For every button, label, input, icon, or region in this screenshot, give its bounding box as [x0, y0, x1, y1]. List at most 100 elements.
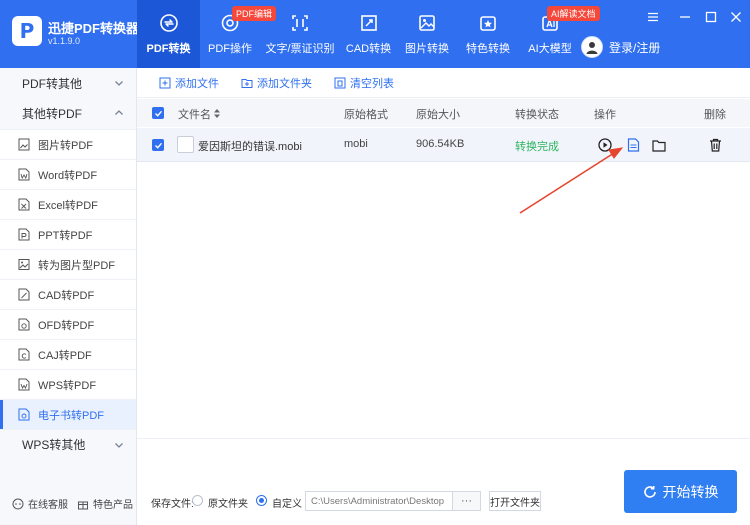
add-file-icon — [159, 77, 171, 89]
excel-file-icon — [18, 198, 30, 212]
tab-label: PDF转换 — [146, 43, 191, 55]
add-folder-label: 添加文件夹 — [257, 77, 312, 90]
column-format: 原始格式 — [344, 109, 388, 121]
refresh-icon — [643, 485, 657, 499]
sidebar-item-label: WPS转PDF — [38, 379, 97, 392]
sidebar-item-image-to-pdf[interactable]: 图片转PDF — [0, 129, 136, 159]
custom-folder-label: 自定义 — [272, 499, 302, 510]
wps-file-icon — [18, 378, 30, 392]
sidebar-item-label: CAJ转PDF — [38, 349, 92, 362]
featured-products-link[interactable]: 特色产品 — [77, 496, 133, 511]
radio-original-folder[interactable] — [192, 495, 203, 506]
section-wps-to-other[interactable]: WPS转其他 — [0, 429, 136, 459]
online-service-label: 在线客服 — [28, 500, 68, 511]
file-format: mobi — [344, 138, 368, 150]
save-path-input[interactable] — [305, 491, 453, 511]
menu-icon[interactable] — [644, 8, 662, 26]
app-version: v1.1.9.0 — [48, 36, 81, 46]
caj-file-icon — [18, 348, 30, 362]
open-folder-button[interactable]: 打开文件夹 — [489, 491, 541, 511]
sidebar-item-label: PPT转PDF — [38, 229, 93, 242]
image-icon — [416, 12, 438, 34]
maximize-icon[interactable] — [702, 8, 720, 26]
add-file-button[interactable]: 添加文件 — [159, 75, 219, 91]
star-icon — [477, 12, 499, 34]
clear-list-icon — [334, 77, 346, 89]
section-label: WPS转其他 — [22, 438, 86, 452]
add-folder-icon — [241, 77, 253, 89]
original-folder-label: 原文件夹 — [208, 499, 248, 510]
convert-icon — [158, 12, 180, 34]
column-delete: 删除 — [704, 109, 726, 121]
table-row[interactable]: 爱因斯坦的错误.mobi mobi 906.54KB 转换完成 — [137, 128, 750, 162]
start-convert-button[interactable]: 开始转换 — [624, 470, 737, 513]
sidebar-item-ppt-to-pdf[interactable]: PPT转PDF — [0, 219, 136, 249]
login-area[interactable]: 登录/注册 — [581, 36, 660, 58]
start-convert-label: 开始转换 — [662, 483, 719, 500]
tab-ocr[interactable]: 文字/票证识别 — [260, 0, 340, 68]
tab-pdf-convert[interactable]: PDF转换 — [137, 0, 200, 68]
ppt-file-icon — [18, 228, 30, 242]
section-label: PDF转其他 — [22, 76, 83, 91]
app-logo: P — [12, 16, 42, 46]
tab-label: 图片转换 — [405, 43, 449, 55]
online-service-link[interactable]: 在线客服 — [12, 496, 68, 511]
tab-featured[interactable]: 特色转换 — [457, 0, 519, 68]
radio-custom-folder[interactable] — [256, 495, 267, 506]
sidebar-item-image-pdf[interactable]: 转为图片型PDF — [0, 249, 136, 279]
delete-icon[interactable] — [708, 138, 722, 152]
logo-letter: P — [19, 19, 35, 43]
section-pdf-to-other[interactable]: PDF转其他 — [0, 68, 136, 98]
sidebar-item-cad-to-pdf[interactable]: CAD转PDF — [0, 279, 136, 309]
add-folder-button[interactable]: 添加文件夹 — [241, 75, 312, 91]
column-size: 原始大小 — [416, 109, 460, 121]
tab-ai[interactable]: AI解读文档 AI大模型 — [519, 0, 600, 68]
cad-icon — [358, 12, 380, 34]
sidebar-item-ofd-to-pdf[interactable]: OFD转PDF — [0, 309, 136, 339]
sidebar-item-ebook-to-pdf[interactable]: 电子书转PDF — [0, 399, 136, 430]
sidebar-item-caj-to-pdf[interactable]: CAJ转PDF — [0, 339, 136, 369]
headset-icon — [12, 498, 24, 510]
top-bar: P 迅捷PDF转换器 v1.1.9.0 PDF转换 PDF编辑 PDF操作 文字… — [0, 0, 750, 68]
tab-cad[interactable]: CAD转换 — [340, 0, 397, 68]
sidebar-item-label: OFD转PDF — [38, 319, 95, 332]
table-header: 文件名 原始格式 原始大小 转换状态 操作 删除 — [137, 99, 750, 127]
section-other-to-pdf[interactable]: 其他转PDF — [0, 98, 136, 128]
sidebar-item-word-to-pdf[interactable]: Word转PDF — [0, 159, 136, 189]
ofd-file-icon — [18, 318, 30, 332]
sidebar-item-excel-to-pdf[interactable]: Excel转PDF — [0, 189, 136, 219]
tab-label: 特色转换 — [466, 43, 510, 55]
sidebar-item-label: 电子书转PDF — [38, 409, 104, 422]
ebook-file-icon — [18, 408, 30, 422]
chevron-down-icon — [115, 81, 123, 86]
browse-button[interactable]: ··· — [453, 491, 481, 511]
sidebar-item-label: CAD转PDF — [38, 289, 95, 302]
sidebar-item-wps-to-pdf[interactable]: WPS转PDF — [0, 369, 136, 399]
tab-label: 文字/票证识别 — [265, 43, 335, 55]
image-pdf-icon — [18, 258, 30, 272]
sort-icon — [214, 109, 221, 118]
main-nav: PDF转换 PDF编辑 PDF操作 文字/票证识别 CAD转换 图片转换 特色转… — [137, 0, 600, 68]
featured-products-label: 特色产品 — [93, 500, 133, 511]
login-link[interactable]: 登录/注册 — [609, 39, 660, 56]
tab-pdf-operate[interactable]: PDF编辑 PDF操作 — [200, 0, 277, 68]
column-filename-label: 文件名 — [178, 109, 211, 121]
column-filename[interactable]: 文件名 — [178, 106, 221, 122]
close-icon[interactable] — [727, 8, 745, 26]
image-file-icon — [18, 138, 30, 152]
sidebar-item-label: Excel转PDF — [38, 199, 98, 212]
row-checkbox[interactable] — [152, 139, 164, 151]
gift-icon — [77, 498, 89, 510]
minimize-icon[interactable] — [676, 8, 694, 26]
chevron-up-icon — [115, 110, 123, 115]
cad-file-icon — [18, 288, 30, 302]
folder-icon[interactable] — [652, 138, 666, 152]
select-all-checkbox[interactable] — [152, 107, 164, 119]
tab-label: CAD转换 — [345, 43, 392, 55]
open-file-icon[interactable] — [626, 138, 640, 152]
clear-list-button[interactable]: 清空列表 — [334, 75, 394, 91]
tab-image[interactable]: 图片转换 — [397, 0, 457, 68]
ai-doc-badge: AI解读文档 — [547, 6, 600, 21]
play-icon[interactable] — [598, 138, 612, 152]
column-status: 转换状态 — [515, 109, 559, 121]
